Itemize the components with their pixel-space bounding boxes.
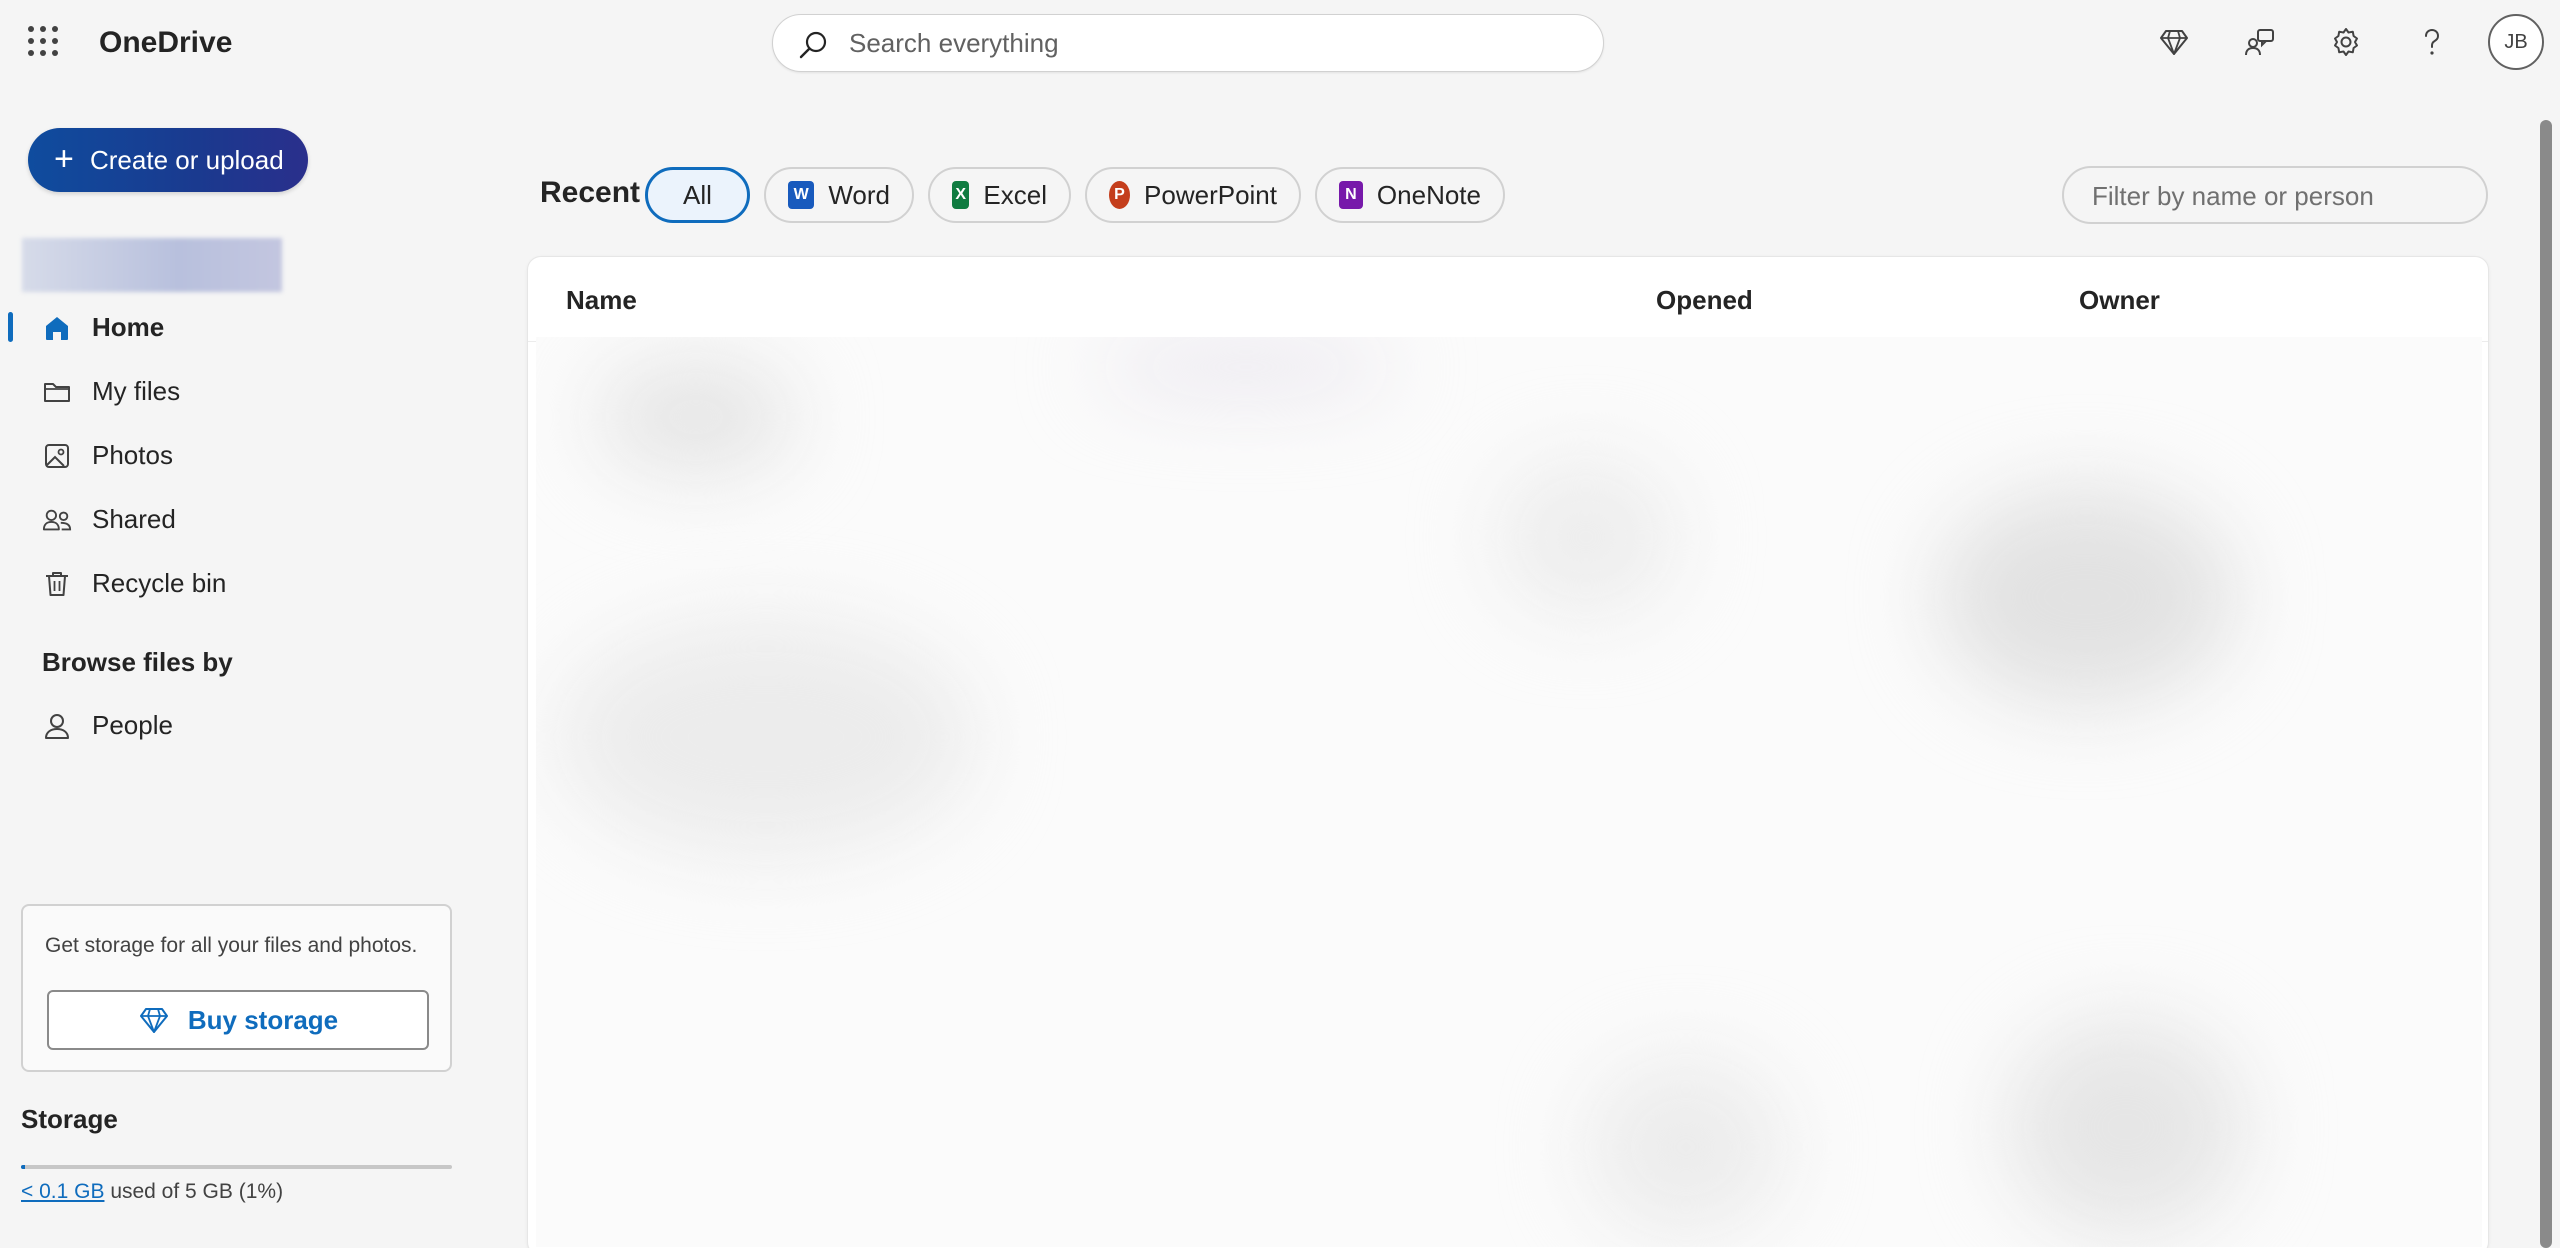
search-icon xyxy=(799,31,827,59)
sidebar-item-people[interactable]: People xyxy=(0,697,440,753)
person-icon xyxy=(42,711,72,741)
storage-heading: Storage xyxy=(21,1104,118,1134)
create-or-upload-button[interactable]: + Create or upload xyxy=(28,128,308,192)
create-or-upload-label: Create or upload xyxy=(90,144,284,175)
onenote-icon: N xyxy=(1339,181,1363,209)
filter-chip-label: Excel xyxy=(983,179,1047,210)
column-header-owner[interactable]: Owner xyxy=(2079,285,2160,316)
column-header-opened[interactable]: Opened xyxy=(1656,285,1753,316)
blurred-file-list xyxy=(536,337,2482,1247)
filter-box[interactable] xyxy=(2062,166,2488,224)
diamond-icon xyxy=(139,1008,168,1033)
storage-used-link[interactable]: < 0.1 GB xyxy=(21,1180,104,1203)
buy-storage-label: Buy storage xyxy=(187,1004,339,1035)
filter-chip-label: PowerPoint xyxy=(1144,179,1277,210)
page-scrollbar[interactable] xyxy=(2540,120,2552,1248)
sidebar-item-label: Recycle bin xyxy=(92,567,227,598)
filter-chip-label: All xyxy=(683,179,712,210)
trash-icon xyxy=(42,569,72,599)
feedback-icon[interactable] xyxy=(2238,20,2282,64)
recent-heading: Recent xyxy=(540,176,641,209)
storage-upsell-card: Get storage for all your files and photo… xyxy=(21,904,452,1072)
buy-storage-button[interactable]: Buy storage xyxy=(47,990,429,1050)
storage-usage-text: < 0.1 GB used of 5 GB (1%) xyxy=(21,1180,283,1204)
sidebar-item-photos[interactable]: Photos xyxy=(0,427,440,483)
app-title[interactable]: OneDrive xyxy=(99,26,232,60)
sidebar-item-label: Shared xyxy=(92,503,176,534)
premium-diamond-icon[interactable] xyxy=(2152,20,2196,64)
filter-chip-label: OneNote xyxy=(1376,179,1481,210)
recent-files-table: Name Opened Owner xyxy=(527,256,2489,1248)
filter-chip-label: Word xyxy=(828,179,890,210)
help-icon[interactable] xyxy=(2410,20,2454,64)
storage-usage-bar xyxy=(21,1165,452,1169)
home-icon xyxy=(42,313,72,343)
search-input[interactable] xyxy=(849,25,1569,61)
filter-chip-powerpoint[interactable]: P PowerPoint xyxy=(1085,167,1301,223)
browse-files-by-heading: Browse files by xyxy=(42,647,233,677)
storage-usage-fill xyxy=(21,1165,26,1169)
account-avatar[interactable]: JB xyxy=(2488,14,2544,70)
settings-gear-icon[interactable] xyxy=(2324,20,2368,64)
filter-input[interactable] xyxy=(2092,178,2472,214)
excel-icon: X xyxy=(952,181,970,209)
filter-chip-onenote[interactable]: N OneNote xyxy=(1315,167,1505,223)
people-icon xyxy=(42,505,72,535)
powerpoint-icon: P xyxy=(1109,181,1131,209)
sidebar-item-shared[interactable]: Shared xyxy=(0,491,440,547)
filter-chip-excel[interactable]: X Excel xyxy=(928,167,1071,223)
column-header-name[interactable]: Name xyxy=(566,285,637,316)
storage-upsell-message: Get storage for all your files and photo… xyxy=(45,934,418,957)
sidebar-item-recycle-bin[interactable]: Recycle bin xyxy=(0,555,440,611)
sidebar-item-label: People xyxy=(92,709,173,740)
sidebar-item-my-files[interactable]: My files xyxy=(0,363,440,419)
sidebar-item-label: My files xyxy=(92,375,181,406)
top-bar: OneDrive JB xyxy=(0,0,2560,86)
app-launcher-icon[interactable] xyxy=(26,24,58,56)
plus-icon: + xyxy=(54,140,74,178)
filter-chip-all[interactable]: All xyxy=(645,167,750,223)
search-box[interactable] xyxy=(772,14,1604,72)
word-icon: W xyxy=(788,181,815,209)
filter-chip-word[interactable]: W Word xyxy=(764,167,914,223)
image-icon xyxy=(42,441,72,471)
sidebar-item-home[interactable]: Home xyxy=(0,299,440,355)
folder-icon xyxy=(42,377,72,407)
blurred-account-name xyxy=(22,238,282,292)
sidebar-item-label: Photos xyxy=(92,439,173,470)
storage-used-text: used of 5 GB (1%) xyxy=(110,1180,284,1203)
sidebar-item-label: Home xyxy=(92,311,165,342)
